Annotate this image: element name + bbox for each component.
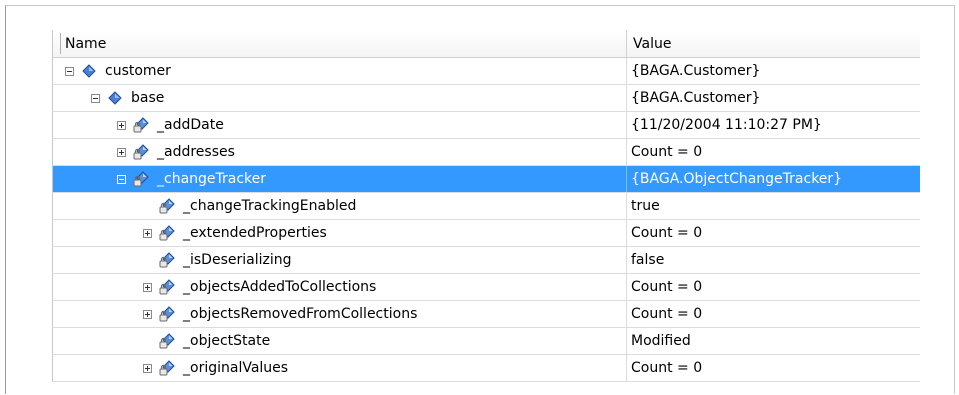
name-cell: _changeTracker bbox=[53, 166, 627, 192]
tree-row[interactable]: _addDate {11/20/2004 11:10:27 PM} bbox=[52, 112, 920, 139]
row-name-label: _objectsRemovedFromCollections bbox=[183, 306, 418, 322]
value-cell[interactable]: true bbox=[627, 193, 920, 219]
row-name-label: _addresses bbox=[157, 144, 235, 160]
name-cell: _objectState bbox=[53, 328, 627, 354]
name-cell: _objectsAddedToCollections bbox=[53, 274, 627, 300]
row-name-label: _objectState bbox=[183, 333, 271, 349]
row-name-label: base bbox=[131, 90, 165, 106]
value-cell[interactable]: {11/20/2004 11:10:27 PM} bbox=[627, 112, 920, 138]
name-cell: customer bbox=[53, 58, 627, 84]
expand-plus-icon[interactable] bbox=[143, 282, 152, 292]
value-cell[interactable]: Count = 0 bbox=[627, 139, 920, 165]
expand-plus-icon[interactable] bbox=[143, 228, 152, 238]
row-name-label: _addDate bbox=[157, 117, 224, 133]
private-field-icon bbox=[159, 306, 175, 322]
value-cell[interactable]: Count = 0 bbox=[627, 301, 920, 327]
expand-plus-icon[interactable] bbox=[143, 309, 152, 319]
tree-row[interactable]: _originalValues Count = 0 bbox=[52, 355, 920, 382]
tree-row[interactable]: _addresses Count = 0 bbox=[52, 139, 920, 166]
name-cell: _objectsRemovedFromCollections bbox=[53, 301, 627, 327]
tree-row[interactable]: _objectsAddedToCollections Count = 0 bbox=[52, 274, 920, 301]
expand-plus-icon[interactable] bbox=[117, 147, 126, 157]
row-name-label: _isDeserializing bbox=[183, 252, 292, 268]
name-cell: _originalValues bbox=[53, 355, 627, 381]
value-cell[interactable]: {BAGA.Customer} bbox=[627, 85, 920, 111]
row-name-label: _changeTracker bbox=[157, 171, 267, 187]
expand-plus-icon[interactable] bbox=[143, 363, 152, 373]
private-field-icon bbox=[159, 360, 175, 376]
tree-row[interactable]: _changeTrackingEnabled true bbox=[52, 193, 920, 220]
name-cell: _addDate bbox=[53, 112, 627, 138]
private-field-icon bbox=[133, 144, 149, 160]
grid-rows: customer {BAGA.Customer} base {BAGA.Custome… bbox=[52, 58, 920, 382]
column-header-value[interactable]: Value bbox=[627, 30, 920, 57]
value-cell[interactable]: Modified bbox=[627, 328, 920, 354]
value-cell[interactable]: false bbox=[627, 247, 920, 273]
value-cell[interactable]: Count = 0 bbox=[627, 220, 920, 246]
tree-row[interactable]: base {BAGA.Customer} bbox=[52, 85, 920, 112]
grid-header: Name Value bbox=[52, 30, 920, 58]
private-field-icon bbox=[133, 117, 149, 133]
name-cell: _addresses bbox=[53, 139, 627, 165]
private-field-icon bbox=[159, 225, 175, 241]
object-diamond-icon bbox=[81, 63, 97, 79]
private-field-icon bbox=[133, 171, 149, 187]
name-cell: _isDeserializing bbox=[53, 247, 627, 273]
tree-row[interactable]: _isDeserializing false bbox=[52, 247, 920, 274]
row-name-label: _changeTrackingEnabled bbox=[183, 198, 357, 214]
tree-row[interactable]: customer {BAGA.Customer} bbox=[52, 58, 920, 85]
object-diamond-icon bbox=[107, 90, 123, 106]
collapse-minus-icon[interactable] bbox=[65, 66, 74, 76]
row-name-label: _originalValues bbox=[183, 360, 289, 376]
watch-grid: Name Value customer {BAGA.Customer} base {B… bbox=[52, 30, 920, 382]
tree-row[interactable]: _extendedProperties Count = 0 bbox=[52, 220, 920, 247]
name-cell: _changeTrackingEnabled bbox=[53, 193, 627, 219]
column-header-value-label: Value bbox=[633, 35, 672, 52]
tree-row[interactable]: _objectState Modified bbox=[52, 328, 920, 355]
row-name-label: _objectsAddedToCollections bbox=[183, 279, 377, 295]
private-field-icon bbox=[159, 198, 175, 214]
name-cell: _extendedProperties bbox=[53, 220, 627, 246]
column-header-name[interactable]: Name bbox=[53, 30, 627, 57]
collapse-minus-icon[interactable] bbox=[117, 174, 126, 184]
value-cell[interactable]: Count = 0 bbox=[627, 274, 920, 300]
private-field-icon bbox=[159, 252, 175, 268]
private-field-icon bbox=[159, 333, 175, 349]
private-field-icon bbox=[159, 279, 175, 295]
value-cell[interactable]: {BAGA.ObjectChangeTracker} bbox=[627, 166, 920, 192]
tree-row[interactable]: _objectsRemovedFromCollections Count = 0 bbox=[52, 301, 920, 328]
expand-plus-icon[interactable] bbox=[117, 120, 126, 130]
row-name-label: customer bbox=[105, 63, 171, 79]
value-cell[interactable]: Count = 0 bbox=[627, 355, 920, 381]
tree-row[interactable]: _changeTracker {BAGA.ObjectChangeTracker} bbox=[52, 166, 920, 193]
value-cell[interactable]: {BAGA.Customer} bbox=[627, 58, 920, 84]
name-cell: base bbox=[53, 85, 627, 111]
row-name-label: _extendedProperties bbox=[183, 225, 327, 241]
column-header-name-label: Name bbox=[65, 35, 107, 52]
collapse-minus-icon[interactable] bbox=[91, 93, 100, 103]
